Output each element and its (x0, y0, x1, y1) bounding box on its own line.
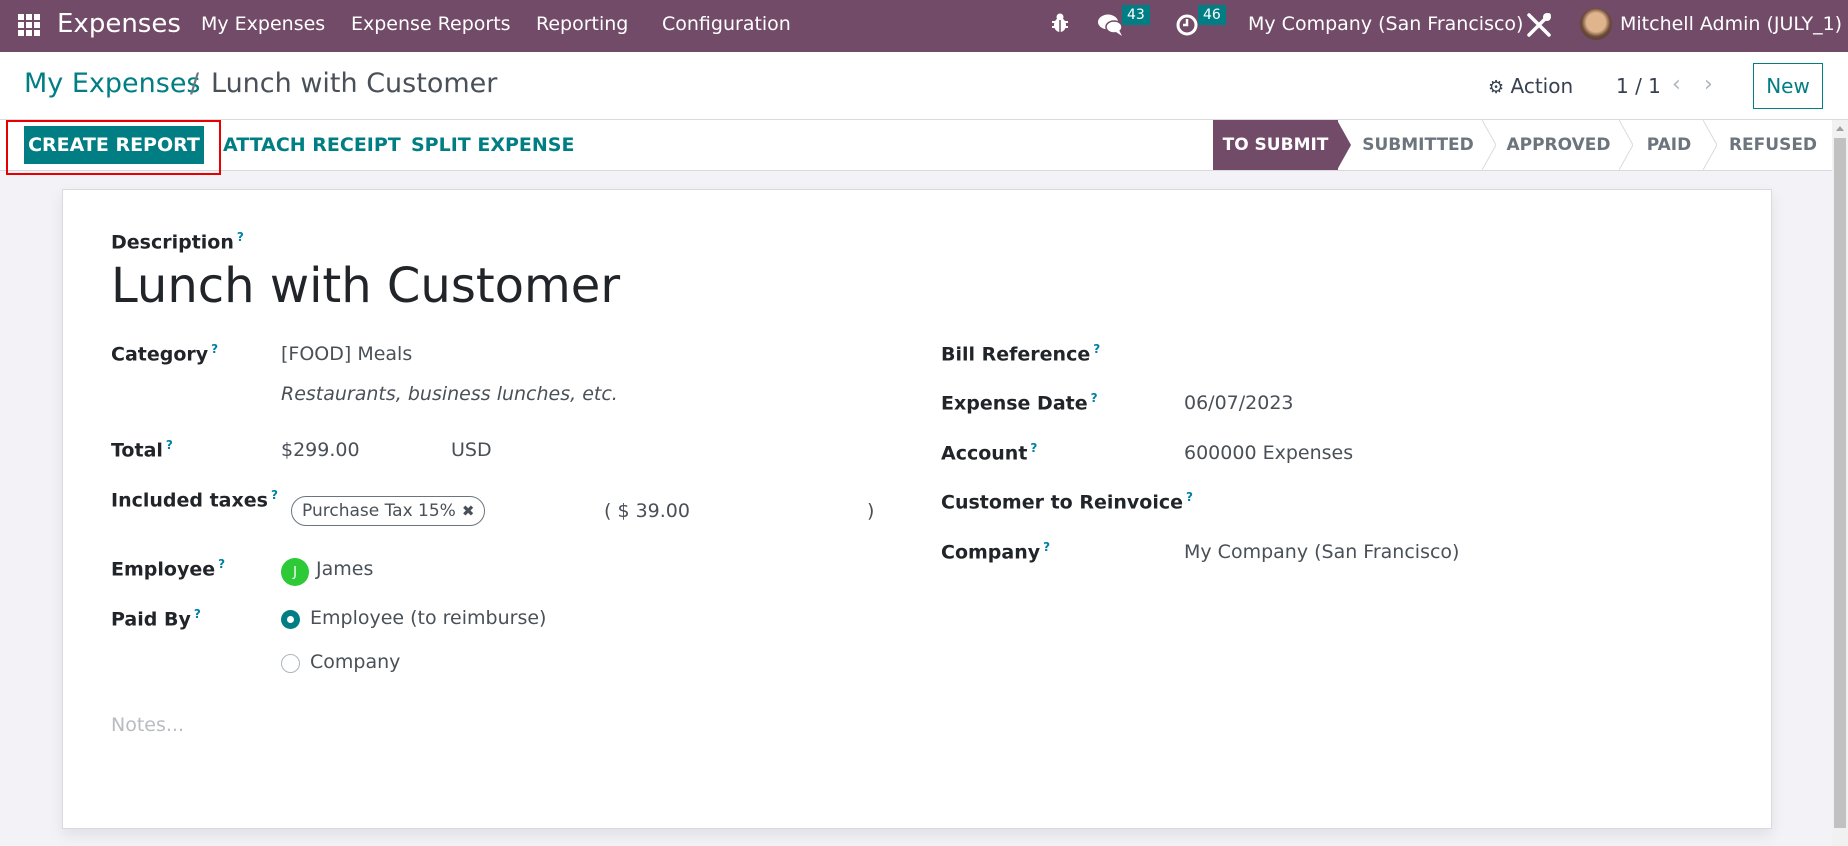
remove-tag-icon[interactable]: ✖ (462, 502, 475, 520)
expense-date-field[interactable]: 06/07/2023 (1184, 392, 1294, 414)
stage-paid[interactable]: PAID (1634, 120, 1704, 170)
company-switcher[interactable]: My Company (San Francisco) (1248, 13, 1523, 35)
help-icon[interactable]: ? (237, 230, 244, 244)
description-label: Description? (111, 230, 244, 254)
help-icon[interactable]: ? (218, 557, 225, 571)
menu-my-expenses[interactable]: My Expenses (201, 13, 325, 35)
bill-reference-field[interactable] (1184, 342, 1744, 368)
breadcrumb-current: Lunch with Customer (211, 68, 498, 99)
radio-company-label[interactable]: Company (310, 651, 400, 673)
stage-to-submit[interactable]: TO SUBMIT (1213, 120, 1338, 170)
tools-icon[interactable] (1526, 0, 1552, 52)
stage-refused[interactable]: REFUSED (1718, 120, 1828, 170)
help-icon[interactable]: ? (1091, 391, 1098, 405)
description-field[interactable]: Lunch with Customer (111, 258, 620, 314)
category-description: Restaurants, business lunches, etc. (281, 383, 618, 405)
radio-employee[interactable] (281, 610, 300, 629)
tax-amount-close: ) (867, 500, 875, 522)
help-icon[interactable]: ? (1043, 540, 1050, 554)
activities-badge: 46 (1198, 5, 1226, 25)
radio-company[interactable] (281, 654, 300, 673)
user-menu[interactable]: Mitchell Admin (JULY_1) (1620, 13, 1842, 35)
create-report-button[interactable]: CREATE REPORT (24, 126, 204, 164)
gear-icon: ⚙ (1488, 77, 1505, 98)
messages-button[interactable]: 43 (1098, 0, 1158, 52)
tax-amount: ( $ 39.00 (604, 500, 690, 522)
menu-expense-reports[interactable]: Expense Reports (351, 13, 511, 35)
pager-next-icon[interactable]: › (1704, 72, 1713, 97)
user-avatar[interactable] (1580, 0, 1614, 52)
app-menu-icon[interactable] (18, 14, 40, 36)
account-label: Account? (941, 441, 1038, 465)
attach-receipt-button[interactable]: ATTACH RECEIPT (223, 134, 401, 156)
tax-tag[interactable]: Purchase Tax 15% ✖ (291, 496, 486, 526)
notes-field[interactable]: Notes... (111, 714, 184, 736)
stage-separator (1482, 120, 1496, 170)
pager-previous-icon[interactable]: ‹ (1672, 72, 1681, 97)
app-name[interactable]: Expenses (57, 9, 181, 39)
total-field[interactable]: $299.00 (281, 439, 360, 461)
currency-field[interactable]: USD (451, 439, 492, 461)
stage-separator (1619, 120, 1633, 170)
split-expense-button[interactable]: SPLIT EXPENSE (411, 134, 574, 156)
menu-reporting[interactable]: Reporting (536, 13, 628, 35)
category-field[interactable]: [FOOD] Meals (281, 343, 412, 365)
stage-submitted[interactable]: SUBMITTED (1353, 120, 1483, 170)
action-button[interactable]: ⚙ Action (1488, 74, 1573, 98)
pager-value[interactable]: 1 / 1 (1616, 74, 1661, 98)
clock-icon (1176, 14, 1198, 36)
messages-badge: 43 (1122, 5, 1150, 25)
top-navbar: Expenses My Expenses Expense Reports Rep… (0, 0, 1848, 52)
tax-tag-label: Purchase Tax 15% (302, 501, 456, 521)
menu-configuration[interactable]: Configuration (662, 13, 791, 35)
help-icon[interactable]: ? (1030, 441, 1037, 455)
new-button[interactable]: New (1753, 63, 1823, 109)
breadcrumb-separator: / (190, 68, 200, 99)
category-label: Category? (111, 342, 219, 366)
expense-date-label: Expense Date? (941, 391, 1098, 415)
scroll-up-arrow[interactable] (1836, 126, 1844, 131)
chat-icon (1098, 14, 1123, 36)
status-bar: CREATE REPORT ATTACH RECEIPT SPLIT EXPEN… (0, 120, 1832, 175)
stage-arrow-active (1337, 120, 1351, 170)
stage-separator (1703, 120, 1717, 170)
employee-field[interactable]: James (316, 558, 373, 580)
help-icon[interactable]: ? (211, 342, 218, 356)
customer-reinvoice-label: Customer to Reinvoice? (941, 490, 1193, 514)
help-icon[interactable]: ? (194, 607, 201, 621)
activities-button[interactable]: 46 (1175, 0, 1235, 52)
action-label: Action (1510, 74, 1574, 98)
help-icon[interactable]: ? (271, 488, 278, 502)
employee-label: Employee? (111, 557, 226, 581)
company-label: Company? (941, 540, 1051, 564)
account-field[interactable]: 600000 Expenses (1184, 442, 1353, 464)
debug-icon[interactable] (1050, 0, 1072, 52)
stage-approved[interactable]: APPROVED (1497, 120, 1620, 170)
help-icon[interactable]: ? (1093, 342, 1100, 356)
scroll-thumb[interactable] (1834, 138, 1846, 828)
company-field[interactable]: My Company (San Francisco) (1184, 541, 1459, 563)
total-label: Total? (111, 438, 173, 462)
help-icon[interactable]: ? (166, 438, 173, 452)
radio-employee-label[interactable]: Employee (to reimburse) (310, 607, 546, 629)
included-taxes-label: Included taxes? (111, 488, 278, 512)
control-panel: My Expenses / Lunch with Customer ⚙ Acti… (0, 52, 1848, 120)
bill-reference-label: Bill Reference? (941, 342, 1101, 366)
paid-by-label: Paid By? (111, 607, 201, 631)
breadcrumb-my-expenses[interactable]: My Expenses (24, 68, 201, 99)
form-sheet: Description? Lunch with Customer Categor… (62, 189, 1772, 829)
vertical-scrollbar[interactable] (1832, 120, 1848, 846)
customer-reinvoice-field[interactable] (1184, 490, 1744, 516)
employee-avatar: J (281, 558, 309, 586)
